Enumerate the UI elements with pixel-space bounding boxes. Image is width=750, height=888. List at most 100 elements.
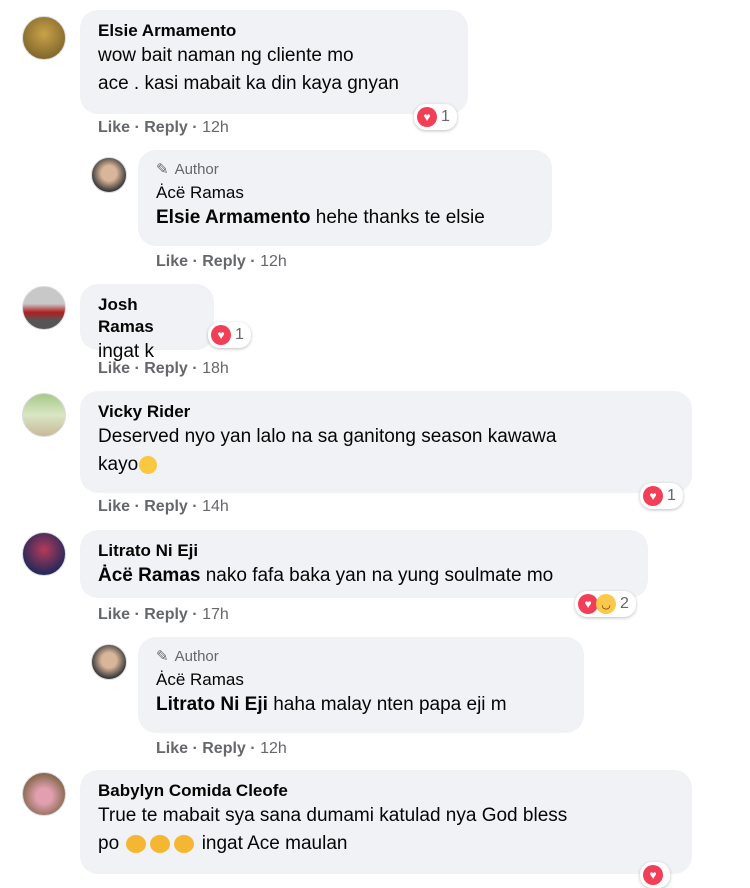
separator: · <box>134 119 140 136</box>
avatar[interactable] <box>22 532 66 576</box>
comment-line: kayo <box>98 451 674 479</box>
reply-button[interactable]: Reply <box>202 740 246 757</box>
comment-line: True te mabait sya sana dumami katulad n… <box>98 805 568 826</box>
reply-button[interactable]: Reply <box>144 498 188 515</box>
comment-body: nako fafa baka yan na yung soulmate mo <box>205 565 554 586</box>
like-button[interactable]: Like <box>98 498 130 515</box>
separator: · <box>134 498 140 515</box>
like-button[interactable]: Like <box>156 740 188 757</box>
like-button[interactable]: Like <box>98 606 130 623</box>
reaction-count: 2 <box>620 595 629 612</box>
pencil-icon: ✎ <box>156 648 169 665</box>
author-badge: ✎ Author <box>156 647 566 667</box>
reaction-summary[interactable]: ♥ 1 <box>640 483 683 509</box>
mention-link[interactable]: Litrato Ni Eji <box>156 694 268 715</box>
comment-body: hehe thanks te elsie <box>315 207 485 228</box>
timestamp[interactable]: 12h <box>260 740 287 757</box>
clap-emoji-icon <box>174 834 195 853</box>
timestamp[interactable]: 12h <box>202 119 229 136</box>
comment-text: Ȧcë Ramas nako fafa baka yan na yung sou… <box>98 562 630 590</box>
avatar[interactable] <box>91 644 127 680</box>
like-button[interactable]: Like <box>98 119 130 136</box>
separator: · <box>192 253 198 270</box>
reply-button[interactable]: Reply <box>144 606 188 623</box>
comment-author[interactable]: Litrato Ni Eji <box>98 540 630 562</box>
clap-emoji-icon <box>126 834 147 853</box>
comment-text: Litrato Ni Eji haha malay nten papa eji … <box>156 691 566 719</box>
mention-link[interactable]: Ȧcë Ramas <box>98 565 200 586</box>
heart-icon: ♥ <box>417 107 437 127</box>
comment-bubble: Litrato Ni Eji Ȧcë Ramas nako fafa baka … <box>80 530 648 598</box>
comment-body: kayo <box>98 454 139 475</box>
avatar[interactable] <box>22 772 66 816</box>
haha-icon: ◡ <box>596 594 616 614</box>
reaction-summary[interactable]: ♥ <box>640 862 670 888</box>
like-button[interactable]: Like <box>156 253 188 270</box>
separator: · <box>134 360 140 377</box>
crying-emoji-icon <box>139 455 158 474</box>
reply-button[interactable]: Reply <box>144 119 188 136</box>
comment-bubble: Babylyn Comida Cleofe True te mabait sya… <box>80 770 692 874</box>
heart-icon: ♥ <box>211 325 231 345</box>
author-label: Author <box>174 161 219 178</box>
avatar[interactable] <box>22 286 66 330</box>
separator: · <box>134 606 140 623</box>
comment-line: po ingat Ace maulan <box>98 830 674 858</box>
comment-body: po <box>98 833 120 854</box>
comment-author[interactable]: Ȧcë Ramas <box>156 669 566 691</box>
comment-body: ingat Ace maulan <box>201 833 348 854</box>
separator: · <box>192 360 198 377</box>
heart-icon: ♥ <box>578 594 598 614</box>
heart-icon: ♥ <box>643 486 663 506</box>
comment-text: wow bait naman ng cliente mo ace . kasi … <box>98 45 400 94</box>
reaction-count: 1 <box>441 108 450 125</box>
timestamp[interactable]: 14h <box>202 498 229 515</box>
comment-line: Deserved nyo yan lalo na sa ganitong sea… <box>98 426 557 447</box>
comment-bubble: ✎ Author Ȧcë Ramas Elsie Armamento hehe … <box>138 150 552 246</box>
timestamp[interactable]: 17h <box>202 606 229 623</box>
separator: · <box>250 253 256 270</box>
author-badge: ✎ Author <box>156 160 534 180</box>
like-button[interactable]: Like <box>98 360 130 377</box>
reaction-summary[interactable]: ♥ ◡ 2 <box>575 591 636 617</box>
comment-actions: Like · Reply · 12h <box>98 119 229 137</box>
comment-text: Elsie Armamento hehe thanks te elsie <box>156 204 534 232</box>
avatar[interactable] <box>22 16 66 60</box>
clap-emoji-icon <box>150 834 171 853</box>
reaction-count: 1 <box>235 326 244 343</box>
comment-bubble: ✎ Author Ȧcë Ramas Litrato Ni Eji haha m… <box>138 637 584 733</box>
timestamp[interactable]: 12h <box>260 253 287 270</box>
mention-link[interactable]: Elsie Armamento <box>156 207 311 228</box>
reaction-count: 1 <box>667 487 676 504</box>
reaction-summary[interactable]: ♥ 1 <box>414 104 457 130</box>
comment-bubble: Josh Ramas ingat k <box>80 284 214 362</box>
separator: · <box>192 606 198 623</box>
timestamp[interactable]: 18h <box>202 360 229 377</box>
comment-bubble: Vicky Rider Deserved nyo yan lalo na sa … <box>80 391 692 493</box>
avatar[interactable] <box>91 157 127 193</box>
comment-body: haha malay nten papa eji m <box>273 694 507 715</box>
separator: · <box>192 498 198 515</box>
reply-button[interactable]: Reply <box>202 253 246 270</box>
comment-actions: Like · Reply · 17h <box>98 606 229 624</box>
comment-text: True te mabait sya sana dumami katulad n… <box>98 802 674 858</box>
avatar[interactable] <box>22 393 66 437</box>
reply-button[interactable]: Reply <box>144 360 188 377</box>
comment-author[interactable]: Babylyn Comida Cleofe <box>98 780 674 802</box>
reaction-summary[interactable]: ♥ 1 <box>208 322 251 348</box>
comment-author[interactable]: Ȧcë Ramas <box>156 182 534 204</box>
comment-bubble: Elsie Armamento wow bait naman ng client… <box>80 10 468 114</box>
comment-actions: Like · Reply · 18h <box>98 360 229 378</box>
comment-text: Deserved nyo yan lalo na sa ganitong sea… <box>98 423 674 479</box>
comment-author[interactable]: Elsie Armamento <box>98 20 450 42</box>
comment-actions: Like · Reply · 12h <box>156 740 287 758</box>
separator: · <box>192 740 198 757</box>
comment-actions: Like · Reply · 14h <box>98 498 229 516</box>
heart-icon: ♥ <box>643 865 663 885</box>
separator: · <box>192 119 198 136</box>
author-label: Author <box>174 648 219 665</box>
comment-author[interactable]: Josh Ramas <box>98 294 196 338</box>
pencil-icon: ✎ <box>156 161 169 178</box>
comment-actions: Like · Reply · 12h <box>156 253 287 271</box>
comment-author[interactable]: Vicky Rider <box>98 401 674 423</box>
